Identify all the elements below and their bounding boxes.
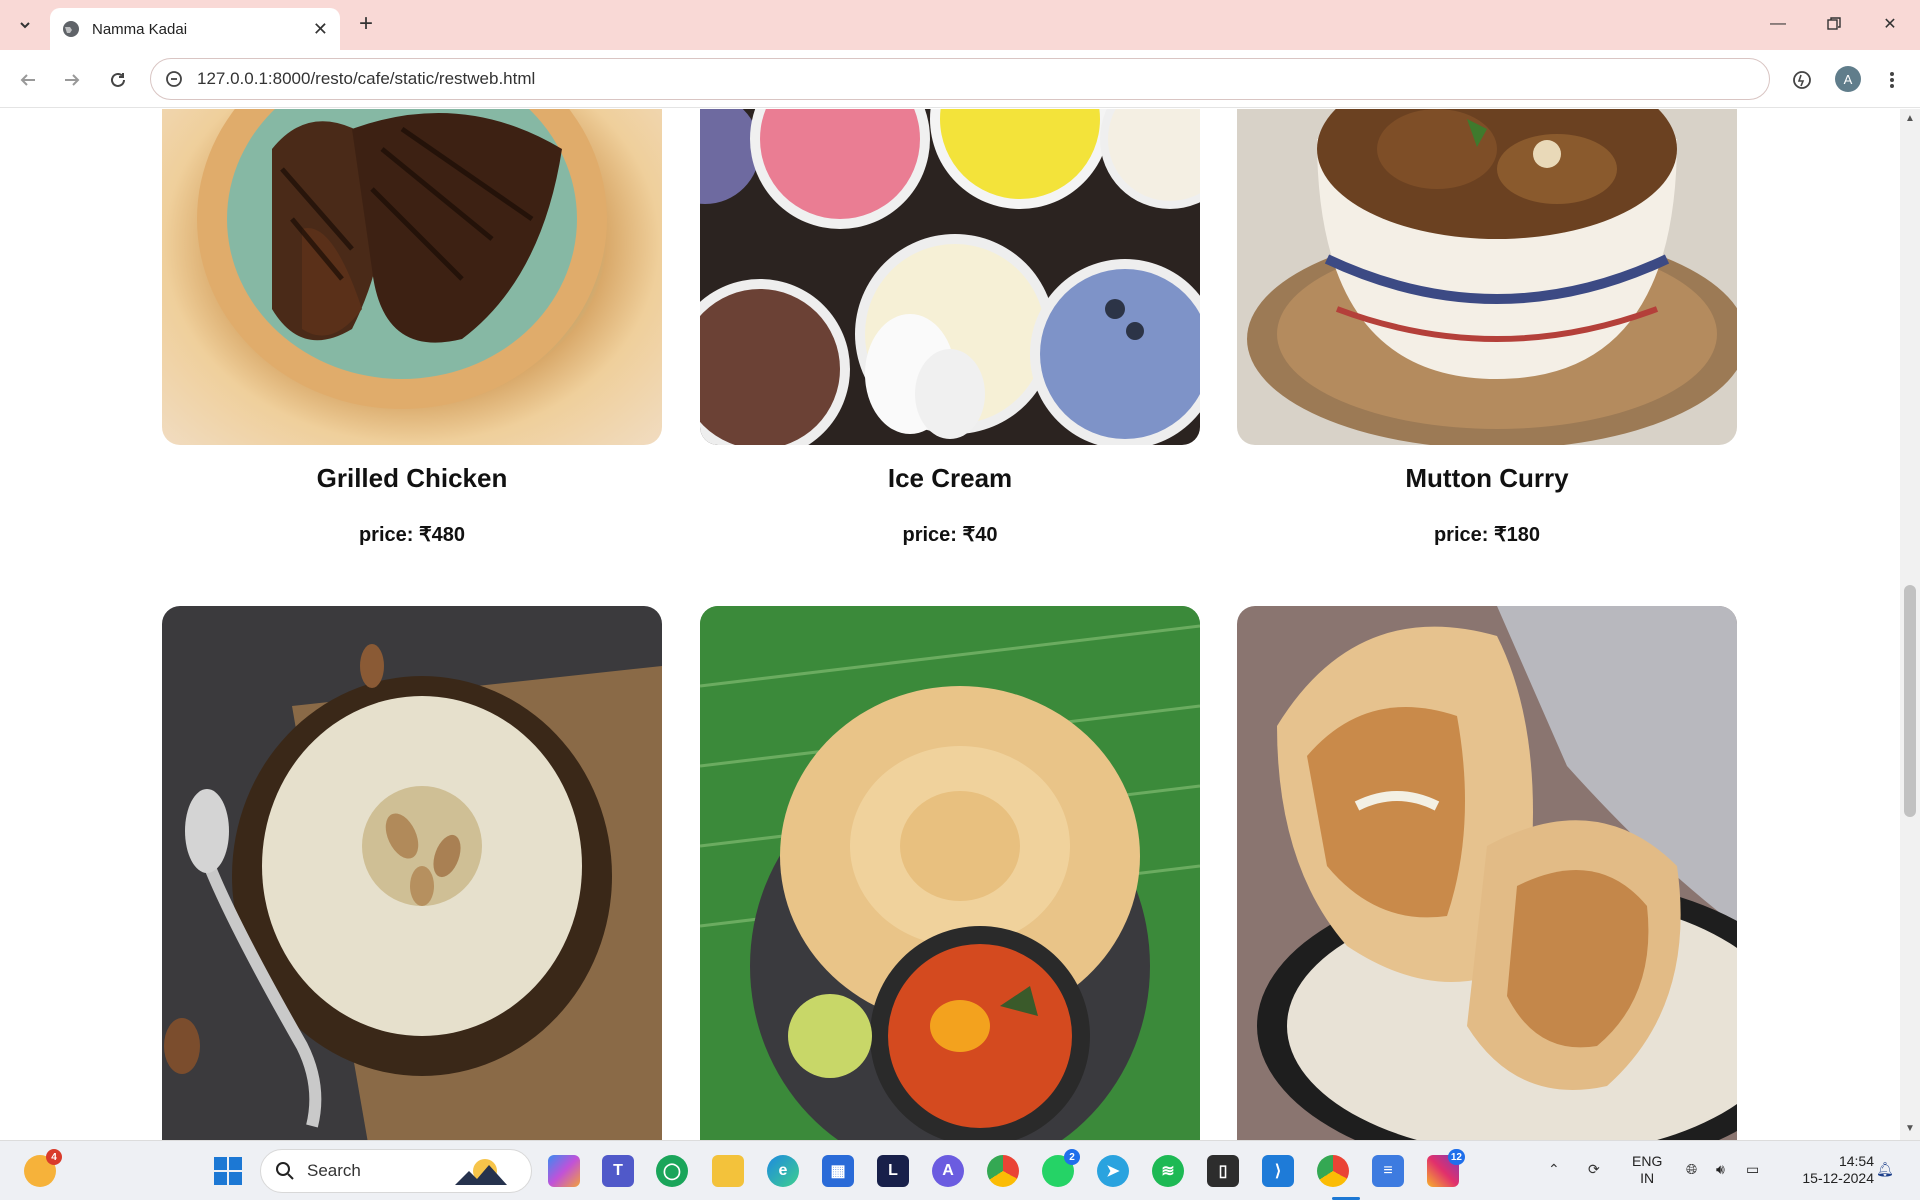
- windows-icon: [214, 1157, 242, 1185]
- menu-button[interactable]: [1876, 64, 1908, 96]
- shawarma-image: [1237, 606, 1737, 1140]
- restore-button[interactable]: [1814, 8, 1854, 40]
- kheer-image: [162, 606, 662, 1140]
- page-scrollbar[interactable]: ▲ ▼: [1900, 109, 1920, 1140]
- back-button[interactable]: [12, 64, 44, 96]
- new-tab-button[interactable]: +: [352, 10, 380, 38]
- taskbar-search[interactable]: Search: [260, 1149, 532, 1193]
- chrome-active-icon[interactable]: [1317, 1155, 1349, 1187]
- notepad-icon[interactable]: ≡: [1372, 1155, 1404, 1187]
- extensions-button[interactable]: [1786, 64, 1818, 96]
- launcher-icon[interactable]: L: [877, 1155, 909, 1187]
- dish-price: price: ₹40: [902, 524, 998, 546]
- mutton-curry-image: [1237, 109, 1737, 445]
- instagram-icon[interactable]: 12: [1427, 1149, 1465, 1187]
- dish-name: Grilled Chicken: [316, 463, 508, 493]
- close-window-button[interactable]: ✕: [1870, 8, 1910, 40]
- menu-card-ice-cream: Ice Cream price: ₹40: [700, 109, 1200, 547]
- clock[interactable]: 14:54 15-12-2024: [1786, 1153, 1874, 1187]
- page-viewport: Grilled Chicken price: ₹480 Ice Cream pr…: [0, 109, 1900, 1140]
- reload-icon: [111, 72, 125, 87]
- search-highlight-icon: [454, 1159, 507, 1185]
- spotify-icon[interactable]: ≋: [1152, 1155, 1184, 1187]
- dish-name: Mutton Curry: [1405, 463, 1569, 493]
- show-hidden-icons[interactable]: ⌃: [1548, 1161, 1560, 1178]
- arrow-right-icon: [65, 74, 80, 86]
- language-code: ENG: [1632, 1153, 1663, 1169]
- scroll-thumb[interactable]: [1904, 585, 1916, 817]
- whatsapp-badge: 2: [1064, 1149, 1080, 1165]
- arrow-left-icon: [20, 74, 35, 86]
- network-icon[interactable]: 🌐︎: [1686, 1161, 1697, 1178]
- address-bar[interactable]: 127.0.0.1:8000/resto/cafe/static/restweb…: [150, 58, 1770, 100]
- clock-time: 14:54: [1838, 1153, 1874, 1169]
- start-button[interactable]: [212, 1155, 244, 1187]
- file-explorer-icon[interactable]: [712, 1155, 744, 1187]
- telegram-icon[interactable]: ➤: [1097, 1155, 1129, 1187]
- more-vertical-icon: [1890, 72, 1894, 88]
- scroll-up-icon[interactable]: ▲: [1904, 113, 1916, 124]
- instagram-badge: 12: [1447, 1149, 1465, 1165]
- store-icon[interactable]: ▦: [822, 1155, 854, 1187]
- forward-button[interactable]: [56, 64, 88, 96]
- chevron-down-icon: [20, 22, 30, 29]
- taskbar: 4 Search T ◯ e ▦ L A 2 ➤ ≋ ▯ ⟩ ≡ 12 ⌃ ⟳ …: [0, 1140, 1920, 1200]
- battery-icon[interactable]: ▭: [1746, 1161, 1759, 1178]
- edge-icon[interactable]: e: [767, 1155, 799, 1187]
- sync-icon[interactable]: ⟳: [1588, 1161, 1600, 1178]
- teams-icon[interactable]: T: [602, 1155, 634, 1187]
- performance-icon: [1793, 71, 1811, 89]
- volume-icon[interactable]: 🔊︎: [1716, 1161, 1725, 1178]
- search-icon: [276, 1162, 294, 1180]
- parotta-image: [700, 606, 1200, 1140]
- tab-search-button[interactable]: [10, 11, 40, 39]
- menu-card-grilled-chicken: Grilled Chicken price: ₹480: [162, 109, 662, 547]
- copilot-icon[interactable]: [548, 1155, 580, 1187]
- chrome-icon[interactable]: [987, 1155, 1019, 1187]
- weather-badge: 4: [46, 1149, 62, 1165]
- scroll-down-icon[interactable]: ▼: [1904, 1123, 1916, 1134]
- reload-button[interactable]: [102, 64, 134, 96]
- menu-card-shawarma: [1237, 606, 1737, 1140]
- grilled-chicken-image: [162, 109, 662, 445]
- menu-card-mutton-curry: Mutton Curry price: ₹180: [1237, 109, 1737, 547]
- restore-icon: [1827, 17, 1841, 30]
- dish-price: price: ₹480: [358, 524, 466, 546]
- region-code: IN: [1640, 1170, 1655, 1186]
- weather-widget-icon[interactable]: 4: [24, 1149, 62, 1187]
- launcher-letter: L: [888, 1162, 898, 1179]
- url-text[interactable]: 127.0.0.1:8000/resto/cafe/static/restweb…: [197, 69, 535, 89]
- browser-toolbar: 127.0.0.1:8000/resto/cafe/static/restweb…: [0, 50, 1920, 108]
- app-ring-icon[interactable]: ◯: [656, 1155, 688, 1187]
- close-tab-icon[interactable]: ✕: [313, 19, 328, 40]
- site-info-icon[interactable]: [165, 70, 183, 88]
- tab-strip: Namma Kadai ✕ + — ✕: [0, 0, 1920, 50]
- clock-date: 15-12-2024: [1802, 1170, 1874, 1186]
- dish-name: Ice Cream: [887, 463, 1013, 493]
- menu-card-parotta: [700, 606, 1200, 1140]
- app-a-icon[interactable]: A: [932, 1155, 964, 1187]
- minimize-button[interactable]: —: [1758, 8, 1798, 40]
- dish-price: price: ₹180: [1433, 524, 1541, 546]
- menu-card-kheer: [162, 606, 662, 1140]
- active-tab[interactable]: Namma Kadai ✕: [50, 8, 340, 50]
- search-placeholder: Search: [307, 1161, 361, 1180]
- avatar[interactable]: A: [1835, 66, 1861, 92]
- ice-cream-image: [700, 109, 1200, 445]
- notification-bell-icon[interactable]: 🔔︎: [1876, 1161, 1894, 1178]
- tab-title: Namma Kadai: [92, 20, 188, 38]
- language-indicator[interactable]: ENG IN: [1632, 1153, 1662, 1187]
- globe-icon: [63, 21, 79, 37]
- whatsapp-icon[interactable]: 2: [1042, 1149, 1080, 1187]
- vscode-icon[interactable]: ⟩: [1262, 1155, 1294, 1187]
- phone-link-icon[interactable]: ▯: [1207, 1155, 1239, 1187]
